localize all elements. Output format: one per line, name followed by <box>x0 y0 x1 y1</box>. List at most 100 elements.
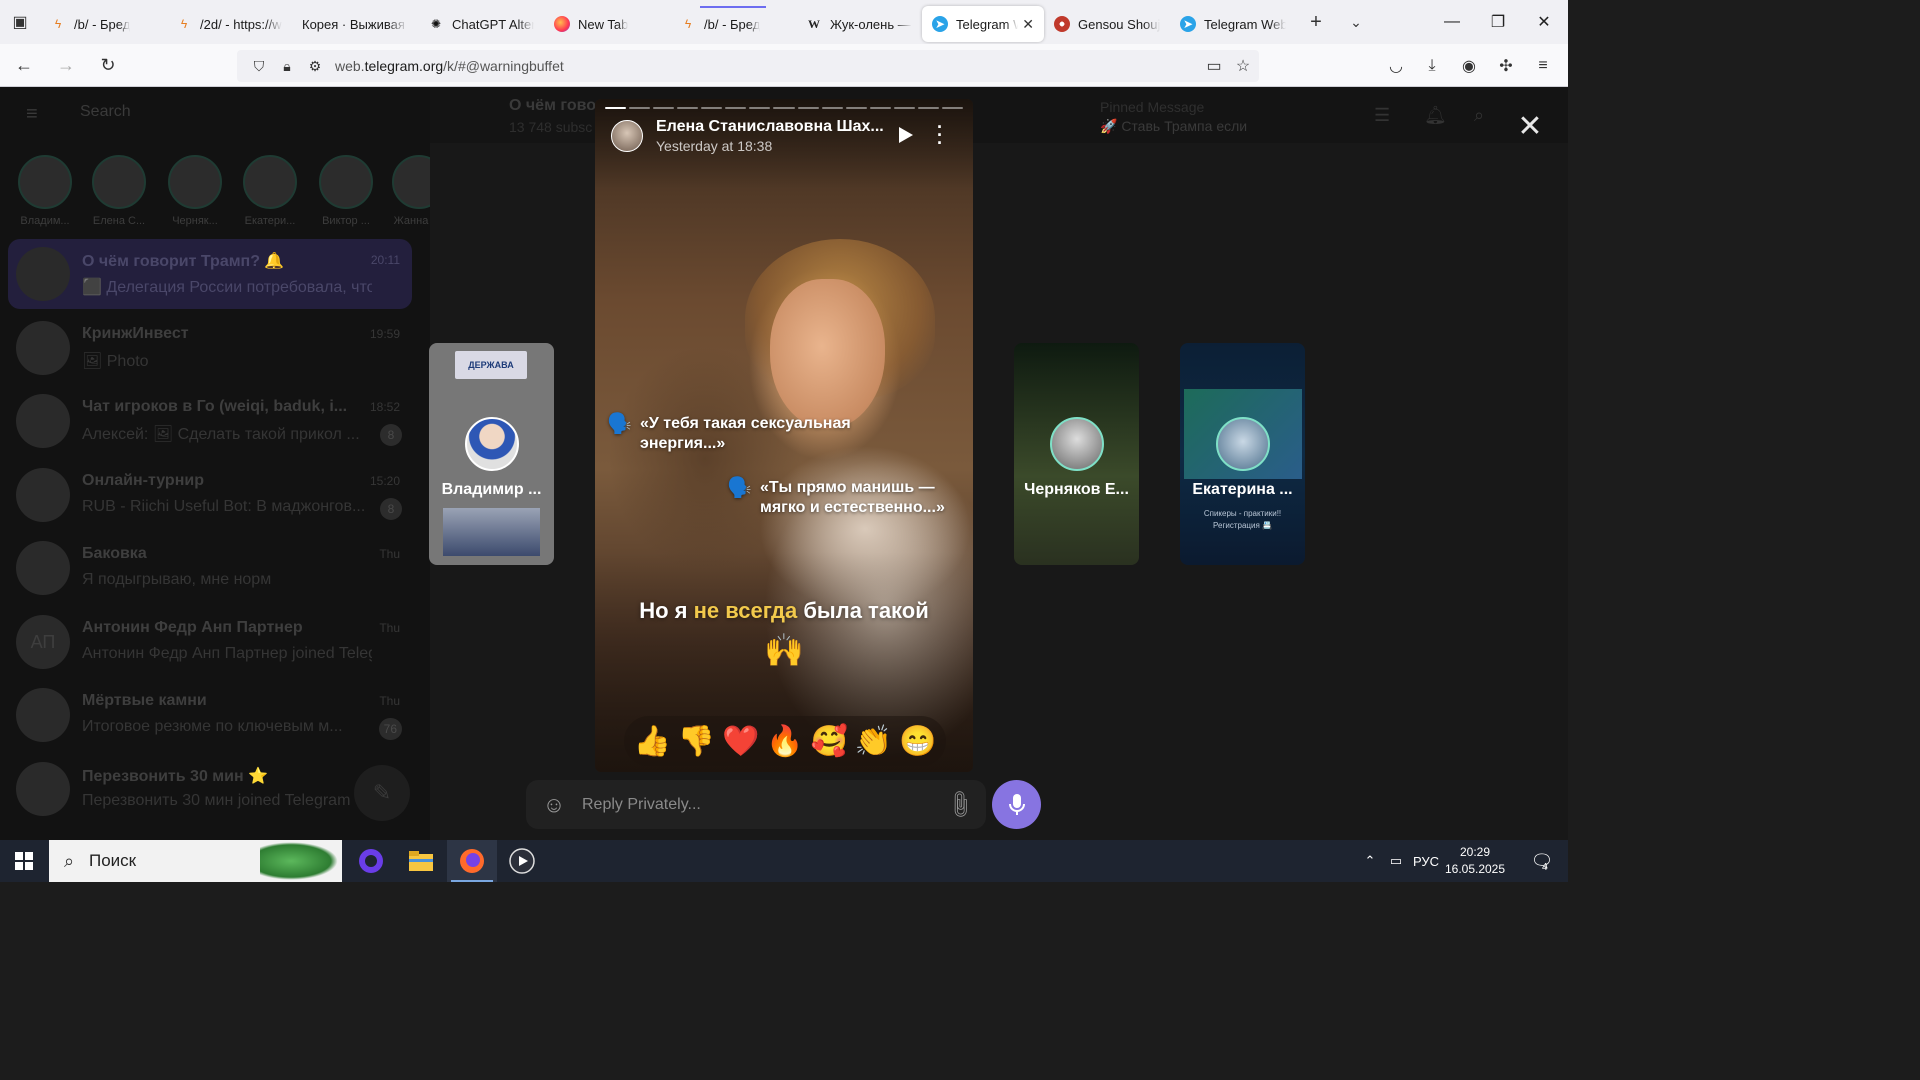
permissions-icon[interactable]: ⚙ <box>301 58 329 75</box>
story-author-name: Черняков Е... <box>1024 481 1129 498</box>
firefox-taskbar-icon[interactable] <box>447 840 497 882</box>
reaction-thumbs-down[interactable]: 👎 <box>674 724 718 759</box>
compose-pencil-icon[interactable]: ✎ <box>354 765 410 821</box>
media-player-icon[interactable] <box>497 840 547 882</box>
browser-tab[interactable]: New Tab <box>544 6 670 42</box>
play-icon[interactable] <box>895 125 915 145</box>
shield-icon[interactable]: ⛉ <box>245 58 273 75</box>
bookmark-star-icon[interactable]: ☆ <box>1227 50 1259 82</box>
tab-overview-icon[interactable]: ▣ <box>0 0 40 44</box>
story-content[interactable]: Елена Станиславовна Шах... Yesterday at … <box>595 99 973 772</box>
browser-tab[interactable]: ✺ ChatGPT Altern <box>418 6 544 42</box>
close-window-button[interactable]: ✕ <box>1521 0 1567 44</box>
chat-list-item[interactable]: Мёртвые камни Итоговое резюме по ключевы… <box>8 680 412 750</box>
menu-hamburger-icon[interactable]: ≡ <box>1527 50 1559 82</box>
reaction-smiling-hearts[interactable]: 🥰 <box>807 724 851 759</box>
next-story-card[interactable]: Екатерина ... Спикеры - практики!! Регис… <box>1180 343 1305 565</box>
progress-segment <box>605 107 627 109</box>
windows-start-button[interactable] <box>0 840 48 882</box>
file-explorer-icon[interactable] <box>396 840 446 882</box>
progress-segment <box>725 107 747 109</box>
picture-in-picture-icon[interactable]: ▭ <box>1198 50 1230 82</box>
back-button[interactable]: ← <box>6 47 42 83</box>
progress-segment <box>797 107 819 109</box>
search-input[interactable]: Search <box>80 103 131 121</box>
reaction-heart[interactable]: ❤️ <box>719 724 763 759</box>
avatar <box>16 541 70 595</box>
chatgpt-icon: ✺ <box>430 17 442 31</box>
close-tab-icon[interactable]: ✕ <box>1022 16 1034 33</box>
next-story-card[interactable]: Черняков Е... <box>1014 343 1139 565</box>
taskbar-app-orb-icon[interactable] <box>346 840 396 882</box>
reaction-clap[interactable]: 👏 <box>852 724 896 759</box>
chat-list-item[interactable]: Онлайн-турнир RUB - Riichi Useful Bot: В… <box>8 460 412 530</box>
avatar <box>465 417 519 471</box>
chat-list-item[interactable]: Баковка Я подыгрываю, мне норм Thu <box>8 533 412 603</box>
browser-tab[interactable]: ➤ Telegram Web <box>1170 6 1296 42</box>
minimize-window-button[interactable]: — <box>1429 0 1475 44</box>
reaction-fire[interactable]: 🔥 <box>763 724 807 759</box>
browser-tab[interactable]: ϟ/b/ - Бред <box>670 6 796 42</box>
avatar <box>16 247 70 301</box>
list-tabs-chevron-icon[interactable]: ⌄ <box>1336 14 1376 31</box>
paperclip-icon[interactable]: 📎︎ <box>933 777 987 831</box>
browser-tab[interactable]: ϟ/b/ - Бред <box>40 6 166 42</box>
bell-icon: 🔔︎ <box>1424 105 1447 125</box>
meet-now-icon[interactable]: ▭ <box>1384 840 1408 882</box>
taskbar-clock[interactable]: 20:29 16.05.2025 <box>1440 844 1510 878</box>
notifications-icon[interactable]: 🗨︎ 4 <box>1522 840 1562 882</box>
new-tab-button[interactable]: + <box>1296 11 1336 34</box>
restore-window-button[interactable]: ❐ <box>1475 0 1521 44</box>
chat-list-item[interactable]: Перезвонить 30 мин ⭐ Перезвонить 30 мин … <box>8 754 412 824</box>
tray-chevron-up-icon[interactable]: ⌃ <box>1358 840 1382 882</box>
hamburger-menu-icon[interactable]: ≡ <box>26 103 38 126</box>
address-bar[interactable]: ⛉ 🔒︎ ⚙ web.telegram.org/k/#@warningbuffe… <box>237 50 1259 82</box>
progress-segment <box>941 107 963 109</box>
unread-badge: 76 <box>378 718 402 740</box>
previous-story-card[interactable]: ДЕРЖАВА Владимир ... <box>429 343 554 565</box>
progress-segment <box>653 107 675 109</box>
chat-list-item[interactable]: КринжИнвест 🖼 Photo 19:59 <box>8 313 412 383</box>
browser-tab-bar: ▣ ϟ/b/ - Бред ϟ/2d/ - https://w Корея · … <box>0 0 1568 44</box>
extensions-icon[interactable]: ✣ <box>1490 50 1522 82</box>
lock-icon[interactable]: 🔒︎ <box>273 58 301 75</box>
taskbar-search-box[interactable]: ⌕ Поиск <box>49 840 342 882</box>
story-avatar[interactable]: Елена С... <box>90 155 148 227</box>
progress-segment <box>701 107 723 109</box>
pocket-icon[interactable]: ◡ <box>1380 50 1412 82</box>
browser-tab[interactable]: ϟ/2d/ - https://w <box>166 6 292 42</box>
close-viewer-icon[interactable]: ✕ <box>1512 108 1548 144</box>
browser-tab[interactable]: Gensou Shoujo <box>1044 6 1170 42</box>
account-icon[interactable]: ◉ <box>1453 50 1485 82</box>
speech-bubble-icon: 🗣️ <box>727 477 752 499</box>
story-avatar[interactable]: Виктор ... <box>317 155 375 227</box>
avatar[interactable] <box>611 120 643 152</box>
chat-title: О чём гово <box>509 97 596 114</box>
browser-tab[interactable]: WЖук-олень — В <box>796 6 922 42</box>
chat-list-item[interactable]: АП Антонин Федр Анп Партнер Антонин Федр… <box>8 607 412 677</box>
downloads-icon[interactable]: ⤓ <box>1416 50 1448 82</box>
story-author-name[interactable]: Елена Станиславовна Шах... <box>656 118 884 136</box>
chat-list-item[interactable]: О чём говорит Трамп? 🔔 ⬛ Делегация Росси… <box>8 239 412 309</box>
reaction-thumbs-up[interactable]: 👍 <box>630 724 674 759</box>
emoji-smile-icon[interactable]: ☺ <box>526 792 582 818</box>
browser-tab-active[interactable]: ➤Telegram We✕ <box>922 6 1044 42</box>
avatar <box>243 155 297 209</box>
story-avatar[interactable]: Владим... <box>16 155 74 227</box>
story-avatar[interactable]: Жанна <box>392 155 430 227</box>
reply-input[interactable] <box>582 795 934 814</box>
chat-list-item[interactable]: Чат игроков в Го (weiqi, baduk, i... Але… <box>8 386 412 456</box>
avatar <box>16 468 70 522</box>
avatar <box>1050 417 1104 471</box>
browser-tab[interactable]: Корея · Выживая в <box>292 6 418 42</box>
story-avatar[interactable]: Екатери... <box>241 155 299 227</box>
url-text[interactable]: web.telegram.org/k/#@warningbuffet <box>335 58 564 74</box>
microphone-button[interactable] <box>992 780 1041 829</box>
avatar <box>392 155 430 209</box>
story-avatar[interactable]: Черняк... <box>166 155 224 227</box>
reaction-grin[interactable]: 😁 <box>896 724 940 759</box>
language-indicator[interactable]: РУС <box>1410 840 1442 882</box>
forward-button[interactable]: → <box>48 47 84 83</box>
reload-button[interactable]: ↻ <box>90 47 126 83</box>
more-vertical-icon[interactable]: · · · <box>937 118 943 152</box>
